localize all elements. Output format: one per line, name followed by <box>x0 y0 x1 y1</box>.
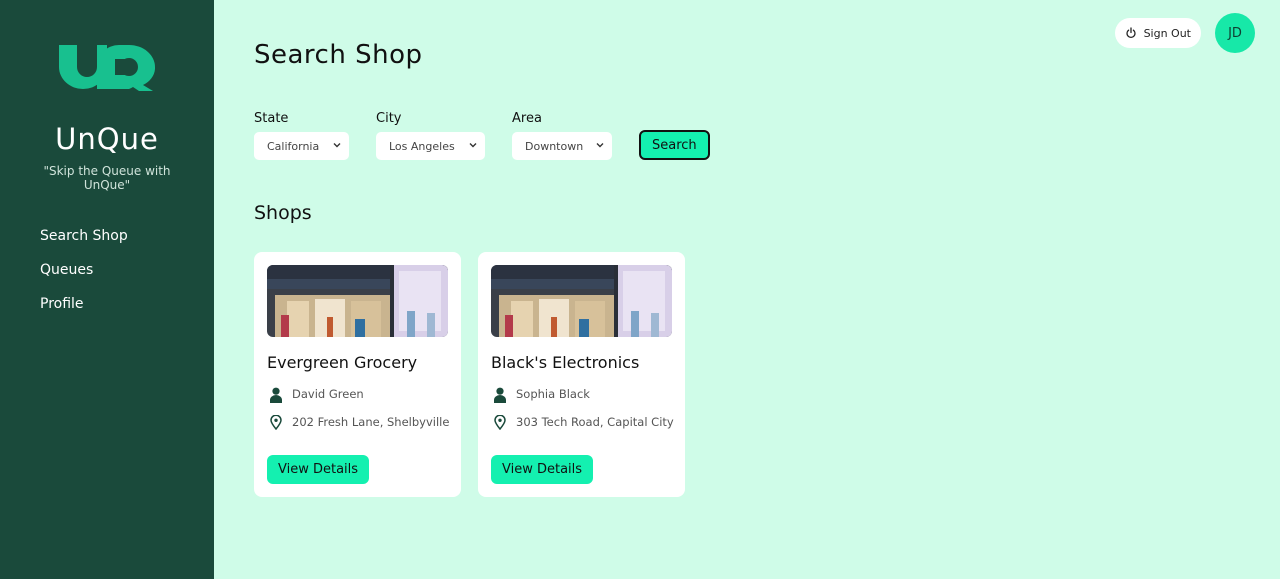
avatar[interactable]: JD <box>1215 13 1255 53</box>
shop-name: Black's Electronics <box>491 353 640 372</box>
city-value: Los Angeles <box>389 139 455 153</box>
area-field: Area Downtown <box>512 111 612 160</box>
view-details-button[interactable]: View Details <box>267 455 370 484</box>
shop-owner: David Green <box>267 387 364 403</box>
shop-name: Evergreen Grocery <box>267 353 418 372</box>
sign-out-button[interactable]: Sign Out <box>1114 18 1201 48</box>
sidebar-nav: Search Shop Queues Profile <box>40 227 128 329</box>
shop-owner: Sophia Black <box>491 387 590 403</box>
chevron-down-icon <box>596 143 604 148</box>
shop-address: 202 Fresh Lane, Shelbyville <box>267 415 452 430</box>
power-icon <box>1125 27 1136 39</box>
sidebar-item-search-shop[interactable]: Search Shop <box>40 227 128 261</box>
view-details-button[interactable]: View Details <box>491 455 594 484</box>
area-label: Area <box>512 111 542 126</box>
page-title: Search Shop <box>254 40 423 70</box>
sidebar-item-profile[interactable]: Profile <box>40 295 128 329</box>
shop-address-text: 303 Tech Road, Capital City <box>516 415 674 429</box>
area-value: Downtown <box>525 139 584 153</box>
shop-address: 303 Tech Road, Capital City <box>491 415 676 430</box>
search-filters: State California City Los Angeles Area D… <box>254 111 710 160</box>
location-pin-icon <box>494 415 506 430</box>
shop-image <box>491 265 672 337</box>
header-actions: Sign Out JD <box>1114 13 1255 53</box>
chevron-down-icon <box>469 143 477 148</box>
state-select[interactable]: California <box>254 132 349 160</box>
sidebar: UnQue "Skip the Queue with UnQue" Search… <box>0 0 214 579</box>
sign-out-label: Sign Out <box>1143 26 1191 40</box>
person-icon <box>494 387 506 403</box>
unque-logo <box>59 45 155 91</box>
shop-address-text: 202 Fresh Lane, Shelbyville <box>292 415 450 429</box>
location-pin-icon <box>270 415 282 430</box>
shops-heading: Shops <box>254 202 312 224</box>
state-label: State <box>254 111 289 126</box>
person-icon <box>270 387 282 403</box>
area-select[interactable]: Downtown <box>512 132 612 160</box>
search-button[interactable]: Search <box>639 130 710 160</box>
state-field: State California <box>254 111 349 160</box>
state-value: California <box>267 139 320 153</box>
city-label: City <box>376 111 402 126</box>
shop-card: Black's Electronics Sophia Black 303 Tec… <box>478 252 685 497</box>
shop-owner-name: David Green <box>292 387 364 401</box>
shop-owner-name: Sophia Black <box>516 387 590 401</box>
sidebar-item-queues[interactable]: Queues <box>40 261 128 295</box>
shop-list: Evergreen Grocery David Green 202 Fresh … <box>254 252 685 497</box>
city-field: City Los Angeles <box>376 111 485 160</box>
chevron-down-icon <box>333 143 341 148</box>
app-tagline: "Skip the Queue with UnQue" <box>43 164 171 192</box>
shop-image <box>267 265 448 337</box>
app-title: UnQue <box>55 122 159 156</box>
city-select[interactable]: Los Angeles <box>376 132 485 160</box>
shop-card: Evergreen Grocery David Green 202 Fresh … <box>254 252 461 497</box>
